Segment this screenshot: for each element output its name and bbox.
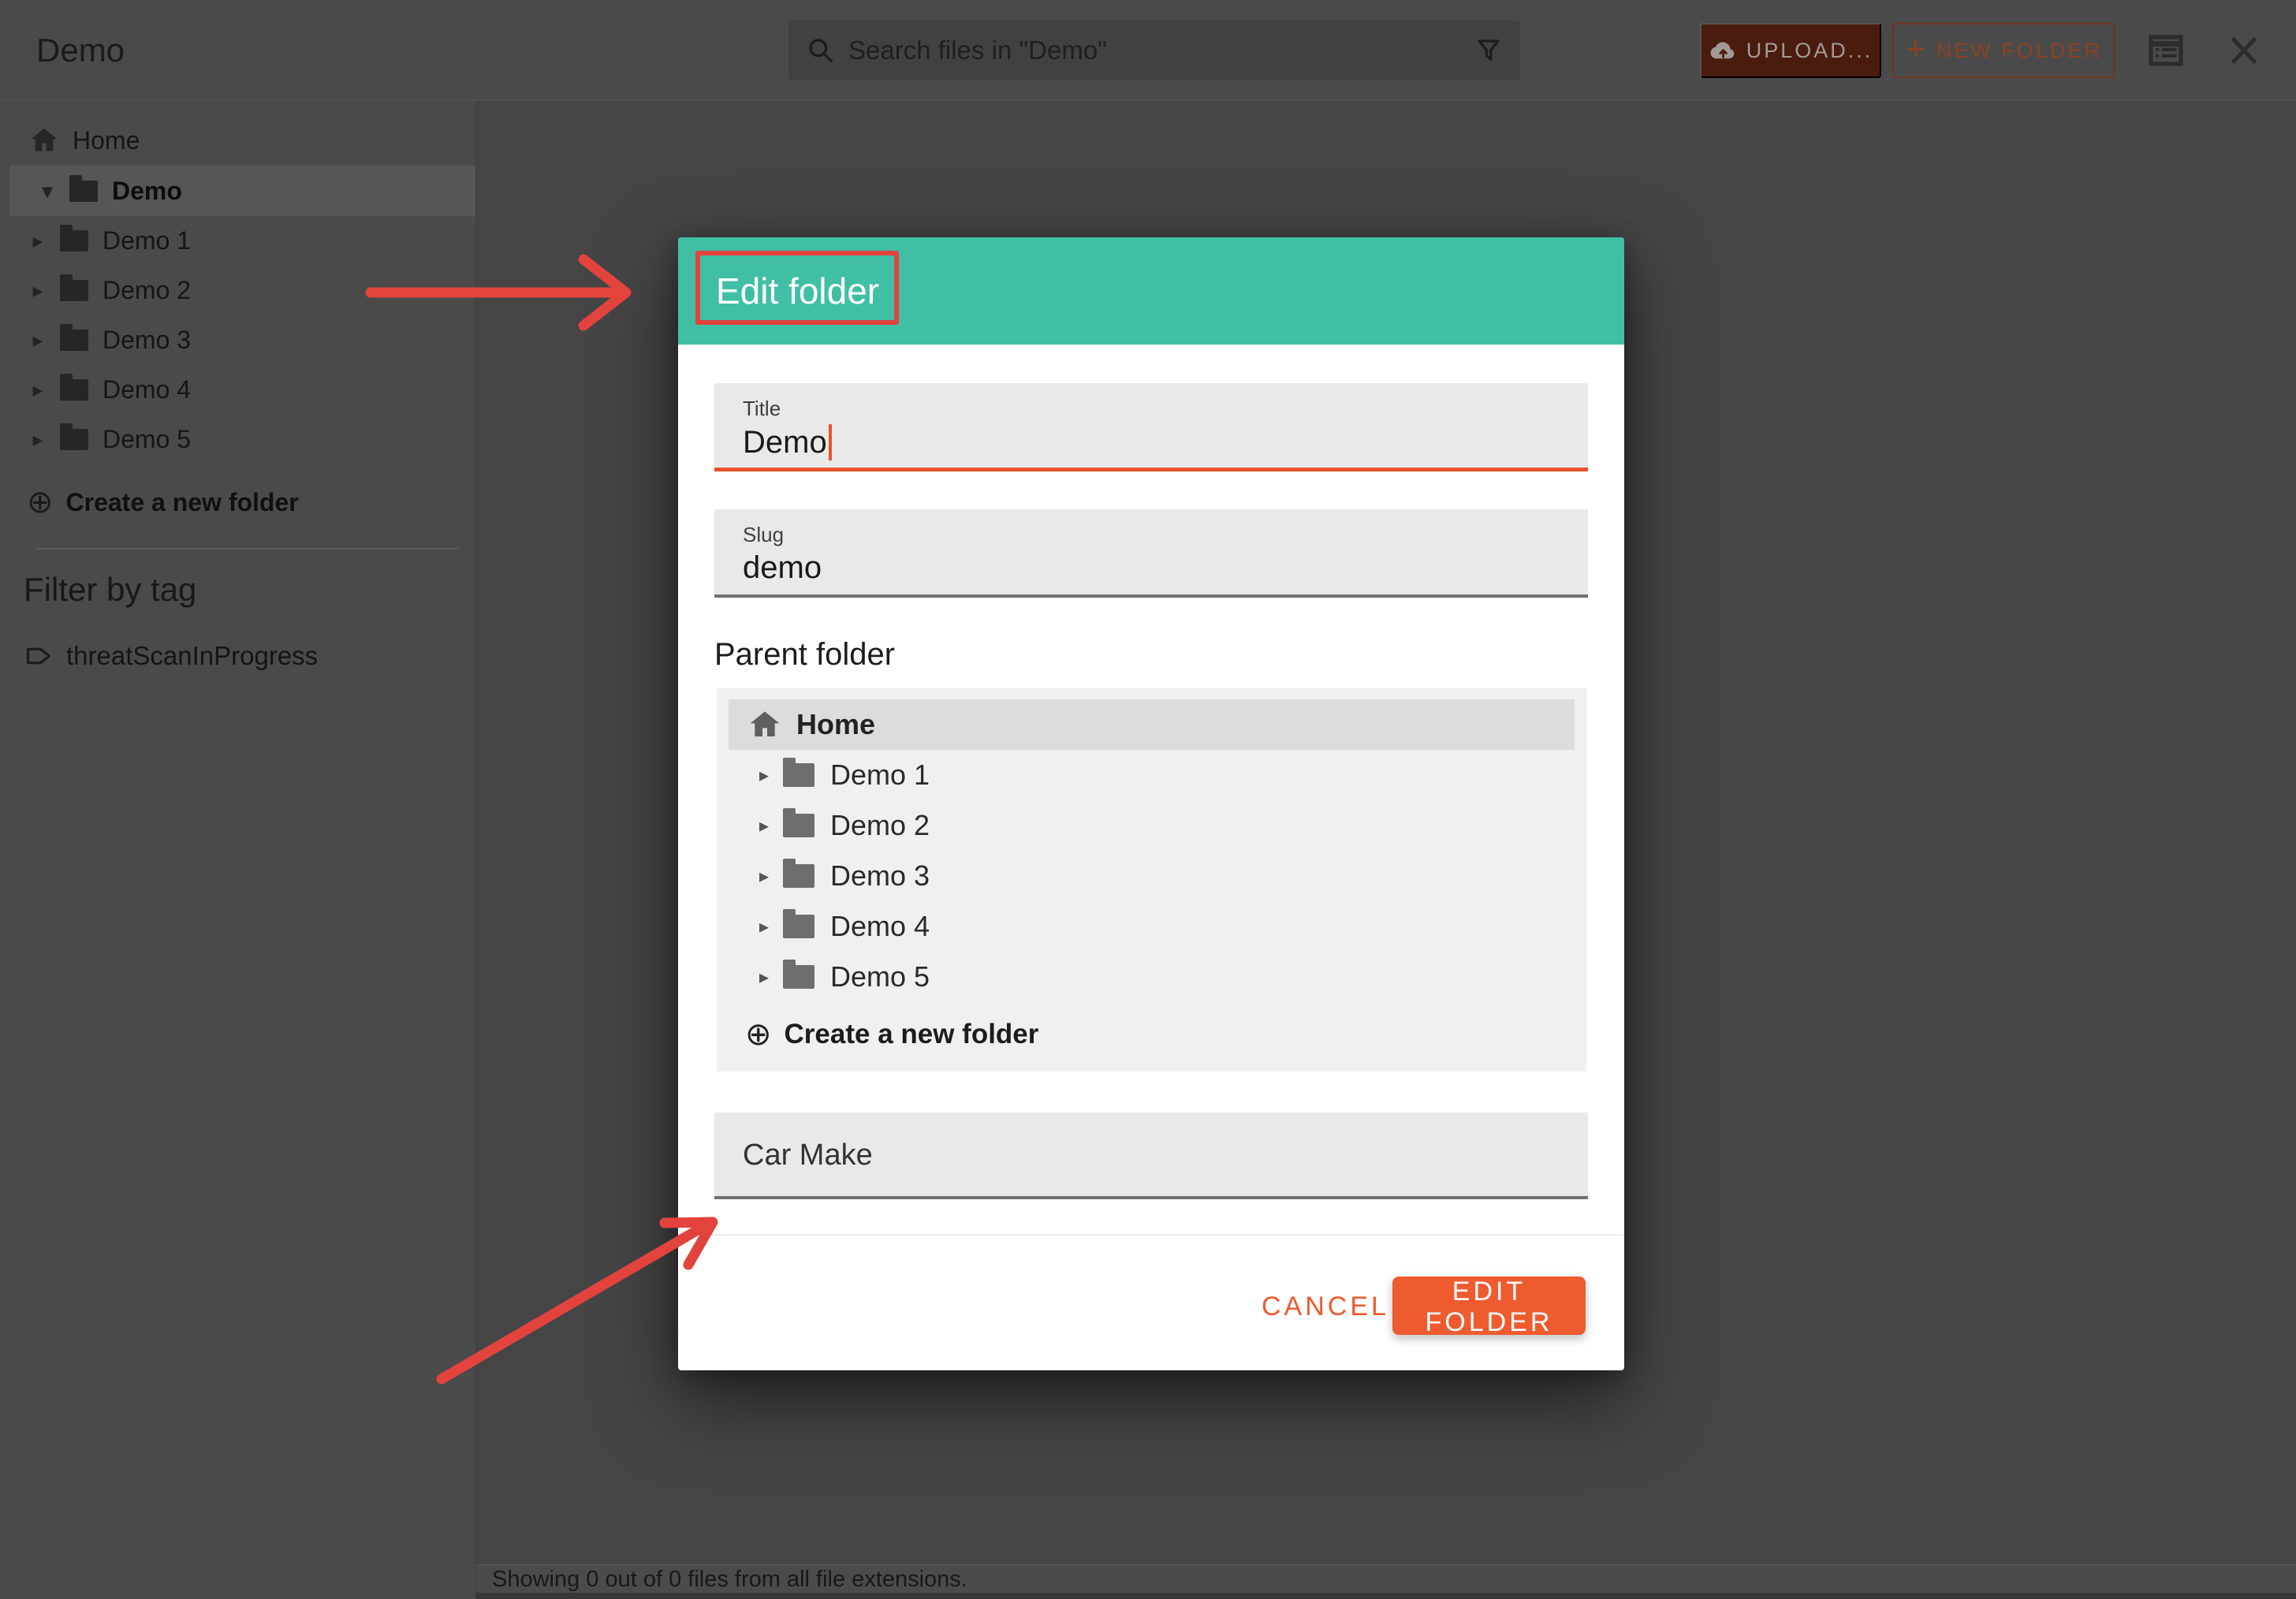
car-make-field[interactable]: Car Make [714, 1113, 1588, 1199]
sidebar-divider [36, 548, 458, 550]
sidebar-item-demo-4[interactable]: ▸ Demo 4 [0, 365, 475, 415]
tree-folder-label: Demo 2 [830, 809, 930, 842]
sidebar-item-demo-2[interactable]: ▸ Demo 2 [0, 266, 475, 315]
tag-icon [24, 641, 54, 671]
caret-right-icon[interactable]: ▸ [750, 966, 778, 989]
folder-icon [69, 181, 98, 202]
search-input[interactable]: Search files in "Demo" [788, 20, 1520, 80]
cancel-button[interactable]: CANCEL [1262, 1289, 1380, 1324]
tree-item-demo-2[interactable]: ▸ Demo 2 [717, 800, 1586, 851]
caret-right-icon[interactable]: ▸ [22, 328, 54, 352]
car-make-label: Car Make [743, 1113, 873, 1198]
tree-item-demo-1[interactable]: ▸ Demo 1 [717, 750, 1586, 800]
folder-icon [783, 864, 814, 888]
tree-create-folder[interactable]: ⊕ Create a new folder [717, 1007, 1586, 1062]
tree-folder-label: Demo 5 [830, 960, 930, 993]
edit-folder-button[interactable]: EDIT FOLDER [1392, 1277, 1586, 1335]
folder-icon [783, 915, 814, 938]
sidebar-item-demo-selected[interactable]: ▾ Demo [9, 166, 475, 216]
caret-right-icon[interactable]: ▸ [750, 764, 778, 787]
home-icon [30, 126, 58, 155]
sidebar-folder-label: Demo 1 [102, 226, 191, 255]
folder-icon [60, 379, 88, 401]
modal-title: Edit folder [716, 237, 879, 345]
home-icon [749, 709, 781, 740]
footer-divider [678, 1234, 1624, 1236]
upload-button[interactable]: UPLOAD... [1700, 23, 1881, 78]
parent-folder-tree: Home ▸ Demo 1 ▸ Demo 2 ▸ Demo 3 ▸ Demo 4 [717, 688, 1586, 1072]
tree-home-label: Home [796, 708, 875, 741]
folder-icon [60, 230, 88, 252]
edit-folder-dialog: Edit folder Title Demo Slug demo Parent … [678, 237, 1624, 1370]
tree-create-label: Create a new folder [785, 1019, 1039, 1050]
search-placeholder: Search files in "Demo" [848, 20, 1107, 80]
sidebar-folder-label: Demo [112, 177, 182, 206]
title-field[interactable]: Title Demo [714, 383, 1588, 472]
title-field-label: Title [743, 397, 781, 421]
tree-folder-label: Demo 4 [830, 910, 930, 943]
tree-item-demo-4[interactable]: ▸ Demo 4 [717, 901, 1586, 952]
topbar: Demo Search files in "Demo" UPLOAD... [0, 0, 2296, 101]
search-icon [806, 35, 836, 65]
close-icon[interactable] [2227, 35, 2261, 66]
sidebar-item-demo-5[interactable]: ▸ Demo 5 [0, 415, 475, 464]
upload-label: UPLOAD... [1746, 39, 1873, 63]
create-folder-label: Create a new folder [66, 488, 299, 517]
slug-field-value: demo [743, 550, 822, 586]
caret-right-icon[interactable]: ▸ [22, 229, 54, 253]
sidebar-folder-label: Demo 5 [102, 425, 191, 454]
modal-header: Edit folder [678, 237, 1624, 345]
caret-right-icon[interactable]: ▸ [750, 865, 778, 888]
app-screen: Demo Search files in "Demo" UPLOAD... [0, 0, 2296, 1599]
new-folder-button[interactable]: + NEW FOLDER [1892, 23, 2115, 78]
tree-item-demo-5[interactable]: ▸ Demo 5 [717, 952, 1586, 1002]
tag-label: threatScanInProgress [66, 641, 318, 671]
folder-icon [60, 280, 88, 301]
filter-by-tag-heading: Filter by tag [0, 562, 475, 617]
sidebar-item-demo-3[interactable]: ▸ Demo 3 [0, 315, 475, 365]
tree-folder-label: Demo 3 [830, 859, 930, 893]
folder-icon [783, 814, 814, 837]
annotation-arrow-2 [442, 1222, 713, 1379]
sidebar-folder-label: Demo 2 [102, 276, 191, 305]
tag-item[interactable]: threatScanInProgress [0, 627, 475, 685]
sidebar-create-folder[interactable]: ⊕ Create a new folder [0, 474, 475, 531]
caret-right-icon[interactable]: ▸ [750, 814, 778, 837]
new-folder-label: NEW FOLDER [1936, 39, 2102, 63]
caret-down-icon[interactable]: ▾ [32, 179, 63, 203]
plus-circle-icon: ⊕ [27, 484, 54, 520]
caret-right-icon[interactable]: ▸ [22, 427, 54, 452]
sidebar-folder-label: Demo 4 [102, 375, 191, 404]
slug-field[interactable]: Slug demo [714, 509, 1588, 598]
title-field-value: Demo [743, 424, 832, 460]
cloud-upload-icon [1709, 36, 1737, 65]
folder-icon [60, 429, 88, 450]
slug-field-label: Slug [743, 523, 784, 547]
tree-item-demo-3[interactable]: ▸ Demo 3 [717, 851, 1586, 901]
caret-right-icon[interactable]: ▸ [22, 278, 54, 303]
tree-folder-label: Demo 1 [830, 758, 930, 792]
parent-folder-label: Parent folder [714, 636, 895, 673]
text-cursor [829, 424, 832, 460]
folder-icon [783, 763, 814, 787]
tree-item-home[interactable]: Home [729, 699, 1575, 750]
sidebar: Home ▾ Demo ▸ Demo 1 ▸ Demo 2 ▸ Demo 3 [0, 101, 476, 1599]
page-title: Demo [36, 0, 125, 101]
plus-icon: + [1906, 32, 1925, 65]
sidebar-home-label: Home [73, 126, 140, 155]
folder-icon [783, 965, 814, 989]
caret-right-icon[interactable]: ▸ [22, 378, 54, 402]
filter-icon[interactable] [1474, 36, 1503, 65]
sidebar-folder-label: Demo 3 [102, 326, 191, 355]
sidebar-item-home[interactable]: Home [0, 115, 475, 166]
caret-right-icon[interactable]: ▸ [750, 915, 778, 938]
folder-icon [60, 330, 88, 351]
bottom-edge [476, 1593, 2296, 1599]
status-bar: Showing 0 out of 0 files from all file e… [476, 1564, 2296, 1593]
details-view-icon[interactable] [2146, 33, 2186, 68]
status-text: Showing 0 out of 0 files from all file e… [492, 1565, 967, 1593]
sidebar-item-demo-1[interactable]: ▸ Demo 1 [0, 216, 475, 266]
plus-circle-icon: ⊕ [745, 1016, 772, 1053]
